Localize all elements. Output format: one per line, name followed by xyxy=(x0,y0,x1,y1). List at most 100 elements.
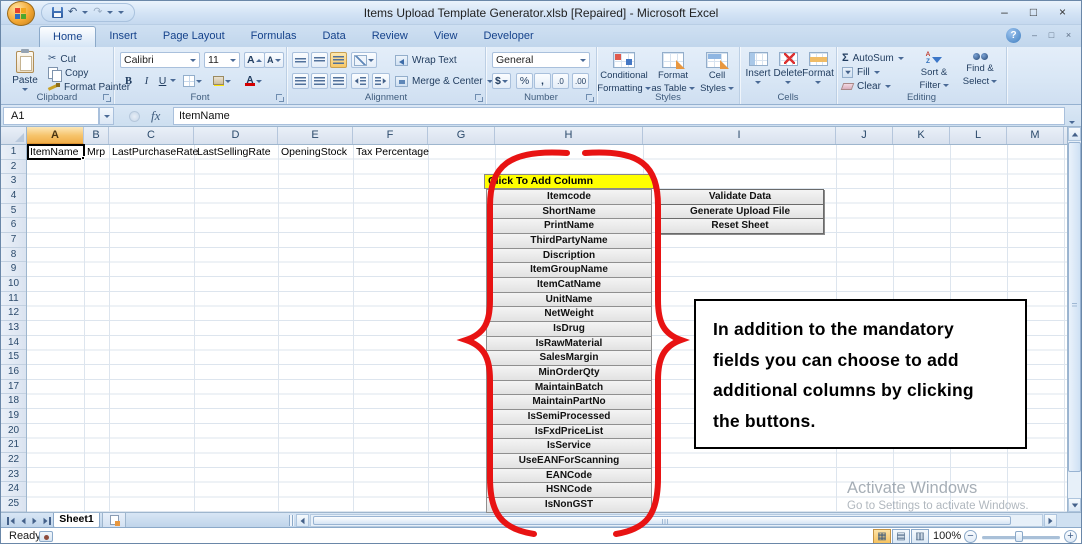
row-header-5[interactable]: 5 xyxy=(1,204,26,219)
column-header-h[interactable]: H xyxy=(495,127,643,144)
scroll-left-icon[interactable] xyxy=(296,514,309,527)
accounting-format-button[interactable]: $ xyxy=(492,73,511,89)
format-cells-button[interactable]: Format xyxy=(802,52,834,84)
add-column-button-isservice[interactable]: IsService xyxy=(486,439,652,454)
add-column-button-itemcode[interactable]: Itemcode xyxy=(486,190,652,205)
tab-review[interactable]: Review xyxy=(359,26,421,47)
add-column-button-issemiprocessed[interactable]: IsSemiProcessed xyxy=(486,409,652,425)
insert-cells-button[interactable]: Insert xyxy=(743,52,773,84)
scroll-right-icon[interactable] xyxy=(1044,514,1057,527)
align-center-button[interactable] xyxy=(311,73,328,89)
row-header-7[interactable]: 7 xyxy=(1,233,26,248)
align-bottom-button[interactable] xyxy=(330,52,347,68)
row-header-14[interactable]: 14 xyxy=(1,336,26,351)
row-header-12[interactable]: 12 xyxy=(1,306,26,322)
row-header-16[interactable]: 16 xyxy=(1,365,26,380)
tab-page-layout[interactable]: Page Layout xyxy=(150,26,238,47)
cell-c1[interactable]: LastPurchaseRate xyxy=(109,145,198,160)
row-header-13[interactable]: 13 xyxy=(1,321,26,336)
scroll-down-icon[interactable] xyxy=(1068,498,1081,512)
zoom-slider-handle[interactable] xyxy=(1015,531,1023,542)
conditional-formatting-button[interactable]: Conditional Formatting xyxy=(597,52,651,94)
number-format-combo[interactable]: General xyxy=(492,52,590,68)
align-middle-button[interactable] xyxy=(311,52,328,68)
name-box[interactable]: A1 xyxy=(3,107,99,125)
bold-button[interactable]: B xyxy=(120,73,137,89)
add-column-button-printname[interactable]: PrintName xyxy=(486,219,652,235)
cell-styles-button[interactable]: Cell Styles xyxy=(697,52,737,94)
font-dialog-launcher-icon[interactable] xyxy=(276,94,284,102)
zoom-out-icon[interactable]: − xyxy=(964,530,977,543)
office-button[interactable] xyxy=(7,1,35,26)
increase-decimal-button[interactable]: .0 xyxy=(552,73,569,89)
scroll-up-icon[interactable] xyxy=(1068,127,1081,141)
add-column-button-unitname[interactable]: UnitName xyxy=(486,292,652,308)
workbook-close-button[interactable]: × xyxy=(1060,28,1077,43)
fill-handle[interactable] xyxy=(81,156,85,160)
row-header-25[interactable]: 25 xyxy=(1,497,26,512)
row-header-18[interactable]: 18 xyxy=(1,394,26,410)
font-color-button[interactable]: A xyxy=(242,73,265,89)
decrease-indent-button[interactable] xyxy=(351,73,369,89)
font-name-combo[interactable]: Calibri xyxy=(120,52,200,68)
sheet-grid[interactable]: ItemName Mrp LastPurchaseRate LastSellin… xyxy=(27,144,1069,513)
row-header-10[interactable]: 10 xyxy=(1,277,26,292)
clipboard-dialog-launcher-icon[interactable] xyxy=(103,94,111,102)
row-header-4[interactable]: 4 xyxy=(1,189,26,204)
tab-formulas[interactable]: Formulas xyxy=(238,26,310,47)
autosum-button[interactable]: Σ AutoSum xyxy=(842,51,904,65)
select-all-corner[interactable] xyxy=(1,127,27,145)
row-header-15[interactable]: 15 xyxy=(1,350,26,366)
last-sheet-icon[interactable] xyxy=(43,516,51,525)
find-select-button[interactable]: Find & Select xyxy=(959,52,1001,87)
column-header-k[interactable]: K xyxy=(893,127,950,144)
expand-formula-bar-icon[interactable] xyxy=(1069,111,1079,124)
cell-e1[interactable]: OpeningStock xyxy=(278,145,353,160)
column-header-g[interactable]: G xyxy=(428,127,495,144)
add-column-button-minorderqty[interactable]: MinOrderQty xyxy=(486,365,652,381)
insert-worksheet-button[interactable] xyxy=(102,513,126,528)
sheet-tab-sheet1[interactable]: Sheet1 xyxy=(53,513,100,528)
add-column-button-itemcatname[interactable]: ItemCatName xyxy=(486,278,652,293)
next-sheet-icon[interactable] xyxy=(32,517,37,525)
column-header-b[interactable]: B xyxy=(84,127,109,144)
reset-sheet-button[interactable]: Reset Sheet xyxy=(656,219,824,234)
cell-b1[interactable]: Mrp xyxy=(84,145,109,160)
add-column-button-shortname[interactable]: ShortName xyxy=(486,204,652,220)
clear-button[interactable]: Clear xyxy=(840,79,891,93)
first-sheet-icon[interactable] xyxy=(7,516,15,525)
number-dialog-launcher-icon[interactable] xyxy=(586,94,594,102)
row-header-2[interactable]: 2 xyxy=(1,160,26,175)
column-header-d[interactable]: D xyxy=(194,127,278,144)
previous-sheet-icon[interactable] xyxy=(21,517,26,525)
column-header-c[interactable]: C xyxy=(109,127,194,144)
increase-indent-button[interactable] xyxy=(372,73,390,89)
row-header-23[interactable]: 23 xyxy=(1,468,26,483)
insert-function-fx-icon[interactable]: fx xyxy=(151,108,160,124)
vertical-scroll-thumb[interactable] xyxy=(1068,142,1081,472)
tab-insert[interactable]: Insert xyxy=(96,26,150,47)
horizontal-scroll-thumb[interactable] xyxy=(313,516,1011,525)
help-icon[interactable]: ? xyxy=(1006,28,1021,43)
add-column-button-salesmargin[interactable]: SalesMargin xyxy=(486,351,652,366)
zoom-level[interactable]: 100% xyxy=(933,530,961,542)
row-header-11[interactable]: 11 xyxy=(1,292,26,307)
align-left-button[interactable] xyxy=(292,73,309,89)
add-column-button-isdrug[interactable]: IsDrug xyxy=(486,321,652,337)
record-macro-icon[interactable] xyxy=(39,531,53,542)
row-header-17[interactable]: 17 xyxy=(1,380,26,395)
paste-dropdown-icon[interactable] xyxy=(22,88,28,91)
row-header-21[interactable]: 21 xyxy=(1,438,26,454)
column-header-l[interactable]: L xyxy=(950,127,1007,144)
tab-view[interactable]: View xyxy=(421,26,471,47)
tab-split-handle[interactable] xyxy=(289,515,294,526)
align-right-button[interactable] xyxy=(330,73,347,89)
row-header-6[interactable]: 6 xyxy=(1,218,26,234)
add-column-button-hsncode[interactable]: HSNCode xyxy=(486,483,652,498)
font-size-combo[interactable]: 11 xyxy=(204,52,240,68)
close-button[interactable]: × xyxy=(1048,3,1077,21)
vertical-scrollbar[interactable] xyxy=(1067,127,1081,512)
add-column-button-maintainbatch[interactable]: MaintainBatch xyxy=(486,380,652,396)
decrease-decimal-button[interactable]: .00 xyxy=(572,73,590,89)
tab-data[interactable]: Data xyxy=(309,26,358,47)
